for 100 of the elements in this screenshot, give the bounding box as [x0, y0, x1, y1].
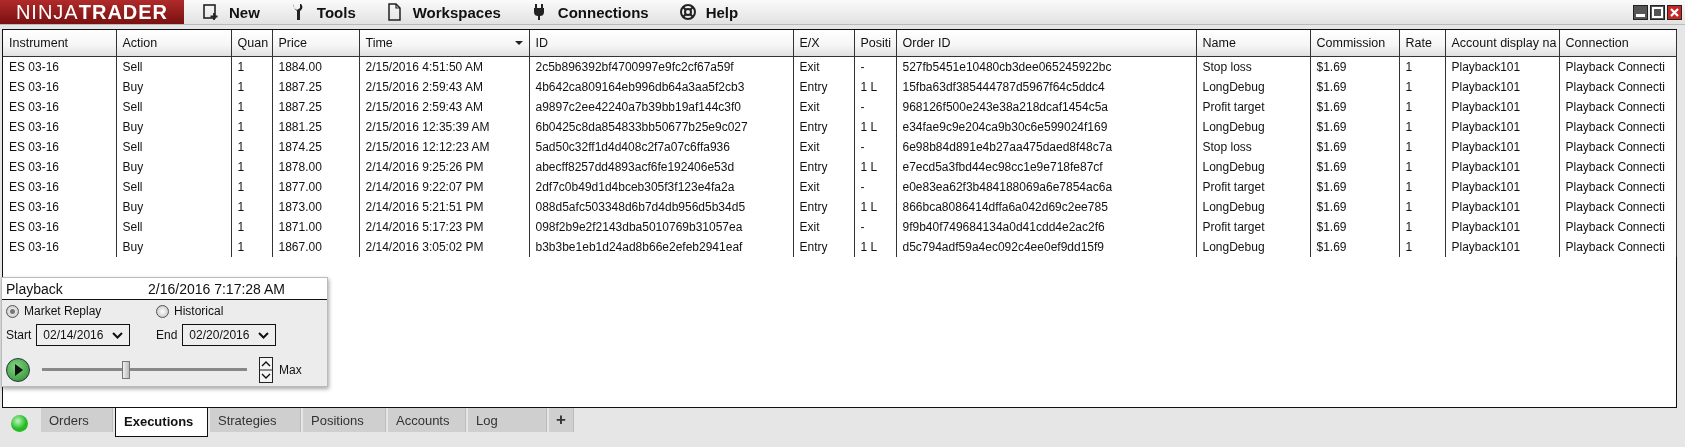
table-cell: Playback101	[1445, 157, 1559, 177]
table-cell: 098f2b9e2f2143dba5010769b31057ea	[529, 217, 793, 237]
tab[interactable]: Strategies	[210, 408, 301, 432]
add-tab-button[interactable]: +	[549, 408, 574, 432]
table-cell: 2/15/2016 2:59:43 AM	[359, 77, 529, 97]
menu-item[interactable]: Workspaces	[385, 3, 501, 21]
new-window-icon	[202, 3, 220, 21]
table-cell: Playback Connecti	[1559, 177, 1676, 197]
tab[interactable]: Orders	[41, 408, 113, 432]
menu-label[interactable]: Tools	[316, 3, 356, 21]
radio-button[interactable]	[156, 304, 169, 318]
menu-label[interactable]: Help	[705, 3, 739, 21]
table-cell: Sell	[116, 56, 231, 77]
table-cell: Playback101	[1445, 117, 1559, 137]
column-header[interactable]: ID	[529, 30, 793, 57]
date-label: End	[156, 328, 178, 342]
column-header[interactable]: Connection	[1559, 30, 1676, 57]
table-cell: Playback101	[1445, 197, 1559, 217]
table-cell: 1	[231, 56, 272, 77]
table-cell: 2/15/2016 4:51:50 AM	[359, 56, 529, 77]
table-cell: ES 03-16	[3, 77, 116, 97]
table-cell: LongDebug	[1196, 157, 1310, 177]
table-cell: 1884.00	[272, 56, 359, 77]
column-header[interactable]: Quan	[231, 30, 272, 57]
tab[interactable]: Accounts	[388, 408, 466, 432]
table-cell: 088d5afc503348d6b7d4db956d5b34d5	[529, 197, 793, 217]
close-icon	[1667, 4, 1682, 20]
table-cell: 5ad50c32ff1d4d408c2f7a07c6ffa936	[529, 137, 793, 157]
table-cell: 1	[231, 177, 272, 197]
table-cell: d5c794adf59a4ec092c4ee0ef9dd15f9	[896, 237, 1196, 257]
table-cell: e34fae9c9e204ca9b30c6e599024f169	[896, 117, 1196, 137]
table-cell: $1.69	[1310, 217, 1399, 237]
table-cell: Sell	[116, 217, 231, 237]
column-header[interactable]: Name	[1196, 30, 1310, 57]
menu-item[interactable]: Connections	[530, 3, 649, 21]
table-cell: Entry	[793, 237, 854, 257]
column-header[interactable]: Instrument	[3, 30, 116, 57]
table-cell: ES 03-16	[3, 97, 116, 117]
table-cell: 1878.00	[272, 157, 359, 177]
table-cell: Buy	[116, 77, 231, 97]
table-cell: 1873.00	[272, 197, 359, 217]
menu-label[interactable]: New	[229, 3, 260, 21]
table-cell: Playback Connecti	[1559, 56, 1676, 77]
date-dropdown[interactable]: 02/20/2016	[182, 324, 277, 346]
table-cell: 1 L	[854, 237, 896, 257]
table-cell: ES 03-16	[3, 217, 116, 237]
column-header[interactable]: Positi	[854, 30, 896, 57]
table-cell: 2/14/2016 5:21:51 PM	[359, 197, 529, 217]
table-cell: $1.69	[1310, 177, 1399, 197]
table-cell: ES 03-16	[3, 56, 116, 77]
column-header[interactable]: Commission	[1310, 30, 1399, 57]
date-label: Start	[6, 328, 32, 342]
tab[interactable]: Executions	[115, 407, 208, 437]
play-button[interactable]	[6, 358, 30, 382]
table-cell: LongDebug	[1196, 197, 1310, 217]
chevron-down-icon	[258, 331, 270, 339]
slider-thumb[interactable]	[122, 361, 131, 379]
table-cell: $1.69	[1310, 97, 1399, 117]
table-cell: ES 03-16	[3, 237, 116, 257]
table-cell: 527fb5451e10480cb3dee065245922bc	[896, 56, 1196, 77]
tab[interactable]: Positions	[303, 408, 386, 432]
column-header[interactable]: Order ID	[896, 30, 1196, 57]
table-cell: LongDebug	[1196, 77, 1310, 97]
help-icon	[678, 3, 697, 21]
radio-label[interactable]: Market Replay	[24, 304, 102, 318]
tab[interactable]: Log	[468, 408, 547, 432]
table-cell: 1	[231, 77, 272, 97]
panel-title: Playback	[6, 280, 63, 297]
menu-label[interactable]: Connections	[557, 3, 649, 21]
table-cell: 1	[231, 157, 272, 177]
date-dropdown[interactable]: 02/14/2016	[36, 324, 131, 346]
column-header[interactable]: Time	[359, 30, 529, 57]
menu-item[interactable]: New	[202, 3, 260, 21]
table-cell: 1	[1399, 137, 1445, 157]
column-header[interactable]: Price	[272, 30, 359, 57]
menu-item[interactable]: Help	[678, 3, 739, 21]
table-cell: 15fba63df385444787d5967f64c5ddc4	[896, 77, 1196, 97]
table-cell: 1	[231, 117, 272, 137]
table-cell: Exit	[793, 217, 854, 237]
column-header[interactable]: Account display na	[1445, 30, 1559, 57]
table-cell: e0e83ea62f3b484188069a6e7854ac6a	[896, 177, 1196, 197]
table-cell: 2c5b896392bf4700997e9fc2cf67a59f	[529, 56, 793, 77]
radio-button[interactable]	[6, 304, 19, 318]
table-cell: 2df7c0b49d1d4bceb305f3f123e4fa2a	[529, 177, 793, 197]
table-cell: $1.69	[1310, 157, 1399, 177]
menu-item[interactable]: Tools	[289, 3, 356, 21]
table-cell: Playback101	[1445, 56, 1559, 77]
table-cell: 1	[1399, 237, 1445, 257]
radio-label[interactable]: Historical	[174, 304, 224, 318]
table-cell: 6e98b84d891e4b27aa475daed8f48c7a	[896, 137, 1196, 157]
table-cell: 2/15/2016 12:35:39 AM	[359, 117, 529, 137]
table-cell: 1881.25	[272, 117, 359, 137]
column-header[interactable]: E/X	[793, 30, 854, 57]
column-header[interactable]: Rate	[1399, 30, 1445, 57]
menu-label[interactable]: Workspaces	[412, 3, 501, 21]
table-cell: Playback Connecti	[1559, 117, 1676, 137]
column-header[interactable]: Action	[116, 30, 231, 57]
table-cell: Profit target	[1196, 217, 1310, 237]
chevron-down-icon	[112, 331, 124, 339]
table-cell: 1	[231, 97, 272, 117]
